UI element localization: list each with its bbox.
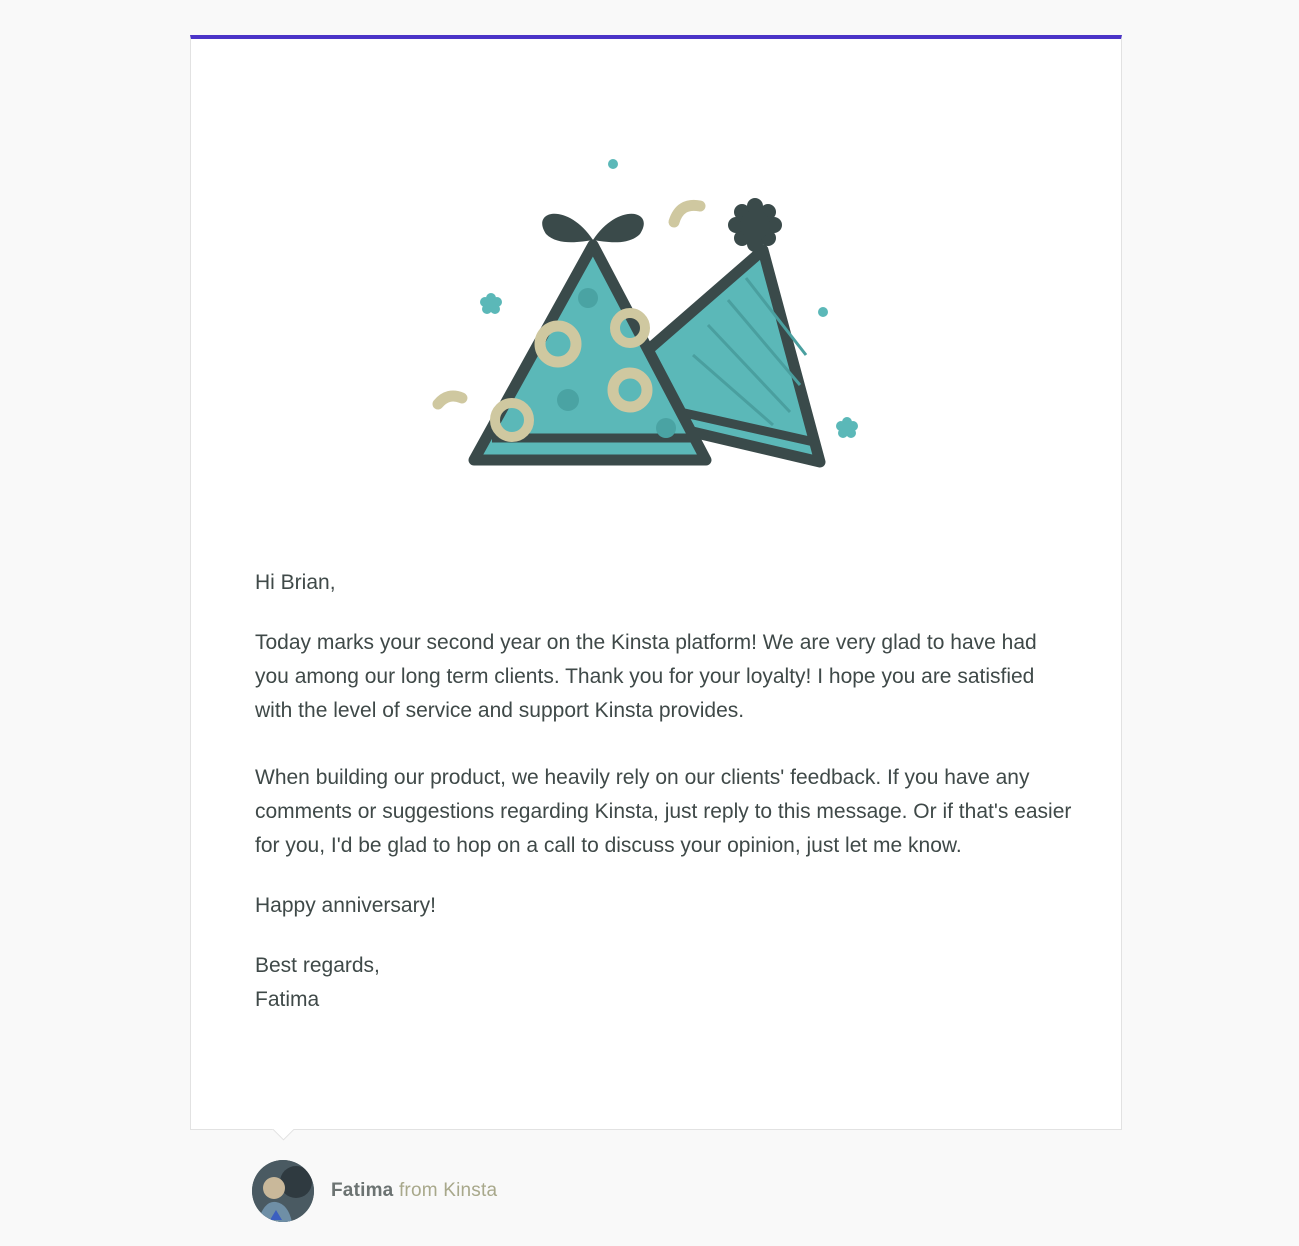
confetti-dot (818, 307, 828, 317)
email-body: Hi Brian, Today marks your second year o… (255, 566, 1075, 1017)
confetti-flower (480, 293, 502, 314)
sender-label: Fatima from Kinsta (331, 1180, 497, 1202)
pompom-icon (728, 198, 782, 252)
paragraph-anniversary: Today marks your second year on the Kins… (255, 631, 1037, 722)
sender-org: from Kinsta (398, 1180, 498, 1201)
paragraph-happy-anniversary: Happy anniversary! (255, 894, 436, 917)
confetti-flower (836, 417, 858, 438)
confetti-dot (608, 159, 618, 169)
sender-name: Fatima (331, 1180, 394, 1201)
greeting-text: Hi Brian, (255, 571, 336, 594)
closing-text: Best regards, (255, 954, 380, 977)
party-hats-illustration (432, 159, 858, 468)
confetti-squiggle (668, 199, 706, 228)
sender-footer: Fatima from Kinsta (252, 1160, 497, 1222)
card-pointer (272, 1129, 294, 1141)
confetti-squiggle (432, 390, 468, 410)
avatar[interactable] (252, 1160, 314, 1222)
bow-icon (542, 213, 644, 243)
paragraph-feedback: When building our product, we heavily re… (255, 766, 1072, 857)
signature-text: Fatima (255, 988, 320, 1011)
